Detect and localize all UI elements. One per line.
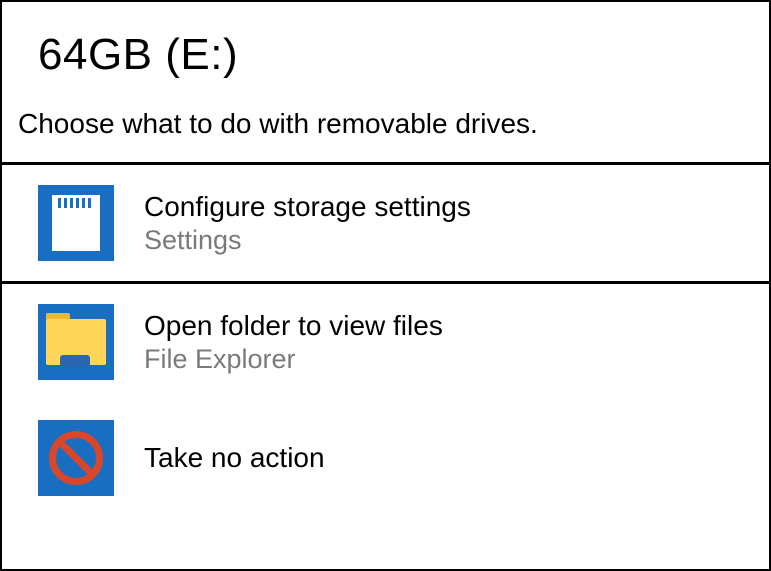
no-action-icon — [38, 420, 114, 496]
autoplay-dialog: 64GB (E:) Choose what to do with removab… — [0, 0, 771, 571]
option-text: Configure storage settings Settings — [144, 191, 471, 256]
option-text: Open folder to view files File Explorer — [144, 310, 443, 375]
option-title: Open folder to view files — [144, 310, 443, 342]
dialog-header: 64GB (E:) — [2, 2, 769, 90]
option-sub: Settings — [144, 225, 471, 256]
option-title: Configure storage settings — [144, 191, 471, 223]
drive-title: 64GB (E:) — [38, 30, 733, 80]
option-text: Take no action — [144, 442, 325, 474]
option-configure-storage[interactable]: Configure storage settings Settings — [2, 165, 769, 281]
option-sub: File Explorer — [144, 344, 443, 375]
sd-card-icon — [38, 185, 114, 261]
dialog-subtitle: Choose what to do with removable drives. — [2, 90, 769, 162]
option-title: Take no action — [144, 442, 325, 474]
option-open-folder[interactable]: Open folder to view files File Explorer — [2, 284, 769, 400]
option-take-no-action[interactable]: Take no action — [2, 400, 769, 516]
folder-icon — [38, 304, 114, 380]
